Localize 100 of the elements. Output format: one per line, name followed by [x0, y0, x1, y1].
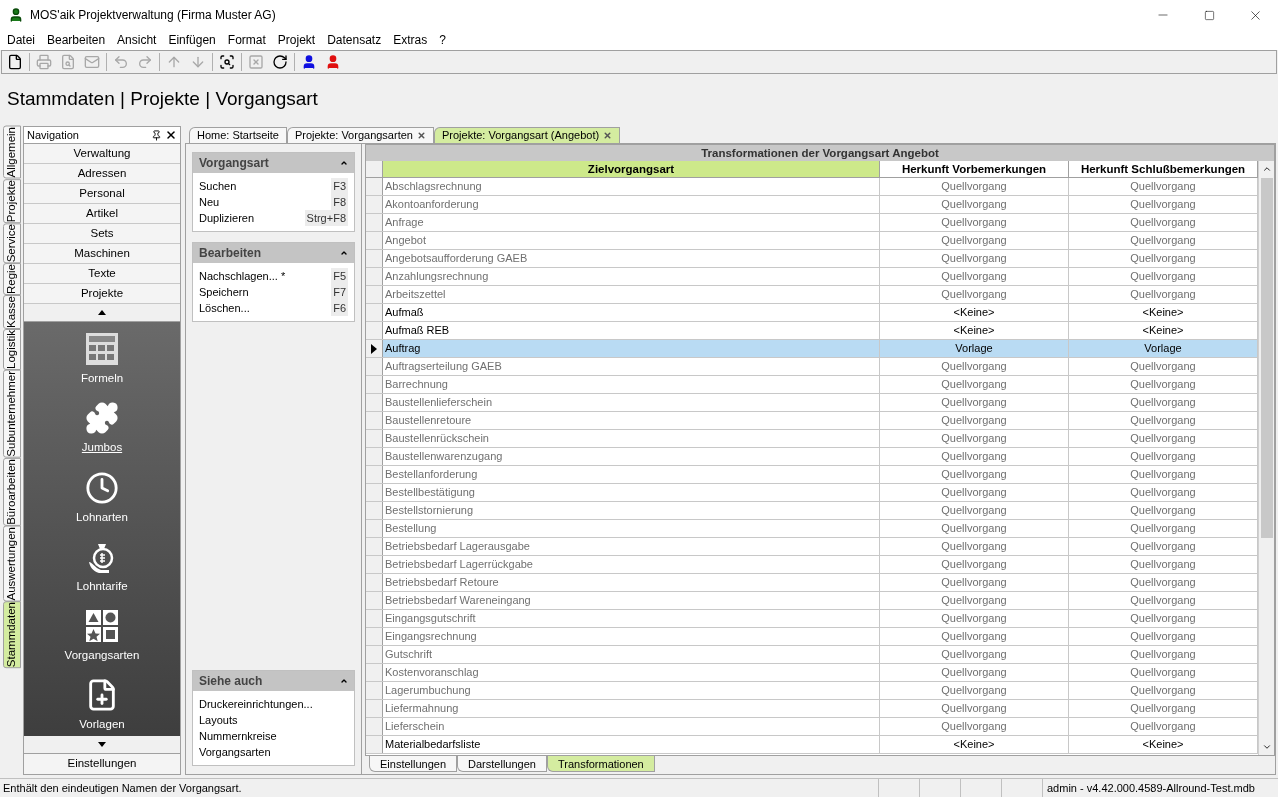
table-row[interactable]: Betriebsbedarf Lagerausgabe Quellvorgang Quellvorgang: [366, 538, 1258, 556]
scroll-down-icon[interactable]: [1261, 742, 1272, 752]
table-row[interactable]: Eingangsgutschrift Quellvorgang Quellvorgang: [366, 610, 1258, 628]
table-row[interactable]: Aufmaß <Keine> <Keine>: [366, 304, 1258, 322]
table-row[interactable]: Auftrag Vorlage Vorlage: [366, 340, 1258, 358]
bottom-tab[interactable]: Transformationen: [546, 756, 655, 772]
table-cell: Akontoanforderung: [383, 196, 880, 213]
document-tab[interactable]: Home: Startseite: [189, 127, 287, 143]
navigation-group[interactable]: Maschinen: [24, 244, 180, 264]
table-row[interactable]: Bestellstornierung Quellvorgang Quellvorgang: [366, 502, 1258, 520]
navigation-item[interactable]: Lohnarten: [76, 470, 128, 526]
vertical-scrollbar[interactable]: [1258, 161, 1274, 755]
table-cell: Baustellenrückschein: [383, 430, 880, 447]
table-row[interactable]: Bestellung Quellvorgang Quellvorgang: [366, 520, 1258, 538]
menu-item[interactable]: Extras: [387, 31, 434, 49]
column-header[interactable]: Zielvorgangsart: [383, 161, 880, 177]
menu-item[interactable]: Einfügen: [162, 31, 222, 49]
table-row[interactable]: Baustellenwarenzugang Quellvorgang Quellvorgang: [366, 448, 1258, 466]
table-row[interactable]: Angebotsaufforderung GAEB Quellvorgang Quellvorgang: [366, 250, 1258, 268]
menu-item[interactable]: Format: [221, 31, 272, 49]
table-row[interactable]: Eingangsrechnung Quellvorgang Quellvorgang: [366, 628, 1258, 646]
navigation-group[interactable]: Texte: [24, 264, 180, 284]
table-row[interactable]: Lieferschein Quellvorgang Quellvorgang: [366, 718, 1258, 736]
navigation-group[interactable]: Personal: [24, 184, 180, 204]
navigation-item[interactable]: Vorlagen: [79, 678, 125, 734]
side-tab[interactable]: Service: [3, 222, 21, 264]
table-row[interactable]: Betriebsbedarf Lagerrückgabe Quellvorgang Quellvorgang: [366, 556, 1258, 574]
table-row[interactable]: Anfrage Quellvorgang Quellvorgang: [366, 214, 1258, 232]
table-row[interactable]: Betriebsbedarf Retoure Quellvorgang Quellvorgang: [366, 574, 1258, 592]
grid-title: Transformationen der Vorgangsart Angebot: [366, 145, 1274, 161]
table-row[interactable]: Bestellanforderung Quellvorgang Quellvorgang: [366, 466, 1258, 484]
table-row[interactable]: Baustellenretoure Quellvorgang Quellvorgang: [366, 412, 1258, 430]
table-row[interactable]: Lagerumbuchung Quellvorgang Quellvorgang: [366, 682, 1258, 700]
side-tab[interactable]: Regie: [3, 263, 21, 296]
row-header[interactable]: [366, 340, 383, 357]
side-tab[interactable]: Allgemein: [3, 126, 21, 179]
task-link[interactable]: Duplizieren Strg+F8: [199, 210, 348, 226]
navigation-item[interactable]: Vorgangsarten: [64, 609, 140, 665]
navigation-group[interactable]: Artikel: [24, 204, 180, 224]
navigation-group[interactable]: Adressen: [24, 164, 180, 184]
table-row[interactable]: Akontoanforderung Quellvorgang Quellvorgang: [366, 196, 1258, 214]
collapse-icon[interactable]: [340, 249, 348, 257]
side-tab[interactable]: Büroarbeiten: [3, 457, 21, 526]
menu-item[interactable]: Bearbeiten: [41, 31, 112, 49]
menu-item[interactable]: ?: [433, 31, 452, 49]
table-row[interactable]: Barrechnung Quellvorgang Quellvorgang: [366, 376, 1258, 394]
side-tab[interactable]: Subunternehmer: [3, 370, 21, 458]
table-row[interactable]: Baustellenrückschein Quellvorgang Quellvorgang: [366, 430, 1258, 448]
table-row[interactable]: Betriebsbedarf Wareneingang Quellvorgang Quellvorgang: [366, 592, 1258, 610]
maximize-icon: [1203, 9, 1215, 21]
task-link[interactable]: Layouts: [199, 712, 348, 728]
side-tab[interactable]: Projekte: [3, 178, 21, 223]
table-row[interactable]: Liefermahnung Quellvorgang Quellvorgang: [366, 700, 1258, 718]
navigation-group[interactable]: Sets: [24, 224, 180, 244]
task-link[interactable]: Neu F8: [199, 194, 348, 210]
document-tab[interactable]: Projekte: Vorgangsarten: [286, 127, 434, 143]
task-link[interactable]: Nummernkreise: [199, 728, 348, 744]
menu-item[interactable]: Projekt: [271, 31, 322, 49]
collapse-icon[interactable]: [340, 159, 348, 167]
menu-item[interactable]: Datei: [1, 31, 41, 49]
bottom-tab[interactable]: Darstellungen: [457, 756, 547, 772]
close-icon[interactable]: [165, 129, 177, 141]
table-row[interactable]: Baustellenlieferschein Quellvorgang Quellvorgang: [366, 394, 1258, 412]
close-icon[interactable]: [416, 131, 426, 140]
document-tab[interactable]: Projekte: Vorgangsart (Angebot): [433, 127, 621, 143]
table-row[interactable]: Materialbedarfsliste <Keine> <Keine>: [366, 736, 1258, 754]
bottom-tab[interactable]: Einstellungen: [369, 756, 458, 772]
navigation-item[interactable]: Lohntarife: [76, 539, 128, 595]
table-row[interactable]: Kostenvoranschlag Quellvorgang Quellvorgang: [366, 664, 1258, 682]
table-cell: Quellvorgang: [880, 646, 1069, 663]
pin-icon[interactable]: [151, 129, 162, 141]
table-cell: Quellvorgang: [880, 250, 1069, 267]
table-row[interactable]: Bestellbestätigung Quellvorgang Quellvorgang: [366, 484, 1258, 502]
table-row[interactable]: Gutschrift Quellvorgang Quellvorgang: [366, 646, 1258, 664]
navigation-group[interactable]: Einstellungen: [24, 754, 180, 774]
scrollbar-thumb[interactable]: [1260, 178, 1273, 538]
task-link[interactable]: Speichern F7: [199, 284, 348, 300]
scroll-up-icon[interactable]: [1261, 164, 1272, 174]
task-link[interactable]: Nachschlagen... * F5: [199, 268, 348, 284]
table-row[interactable]: Auftragserteilung GAEB Quellvorgang Quellvorgang: [366, 358, 1258, 376]
navigation-item[interactable]: Jumbos: [81, 401, 123, 457]
table-row[interactable]: Abschlagsrechnung Quellvorgang Quellvorgang: [366, 178, 1258, 196]
table-row[interactable]: Angebot Quellvorgang Quellvorgang: [366, 232, 1258, 250]
navigation-item[interactable]: Formeln: [80, 332, 124, 388]
side-tab[interactable]: Kasse: [3, 295, 21, 330]
side-tab[interactable]: Logistik: [3, 329, 21, 371]
task-link[interactable]: Löschen... F6: [199, 300, 348, 316]
menu-item[interactable]: Datensatz: [321, 31, 388, 49]
task-link[interactable]: Vorgangsarten: [199, 744, 348, 760]
table-cell: Aufmaß REB: [383, 322, 880, 339]
menu-item[interactable]: Ansicht: [111, 31, 163, 49]
table-row[interactable]: Anzahlungsrechnung Quellvorgang Quellvorgang: [366, 268, 1258, 286]
table-row[interactable]: Arbeitszettel Quellvorgang Quellvorgang: [366, 286, 1258, 304]
side-tab[interactable]: Auswertungen: [3, 525, 21, 602]
task-link[interactable]: Suchen F3: [199, 178, 348, 194]
task-link[interactable]: Druckereinrichtungen...: [199, 696, 348, 712]
navigation-group[interactable]: Verwaltung: [24, 144, 180, 164]
navigation-group[interactable]: Projekte: [24, 284, 180, 304]
collapse-icon[interactable]: [340, 677, 348, 685]
side-tab[interactable]: Stammdaten: [3, 601, 21, 669]
